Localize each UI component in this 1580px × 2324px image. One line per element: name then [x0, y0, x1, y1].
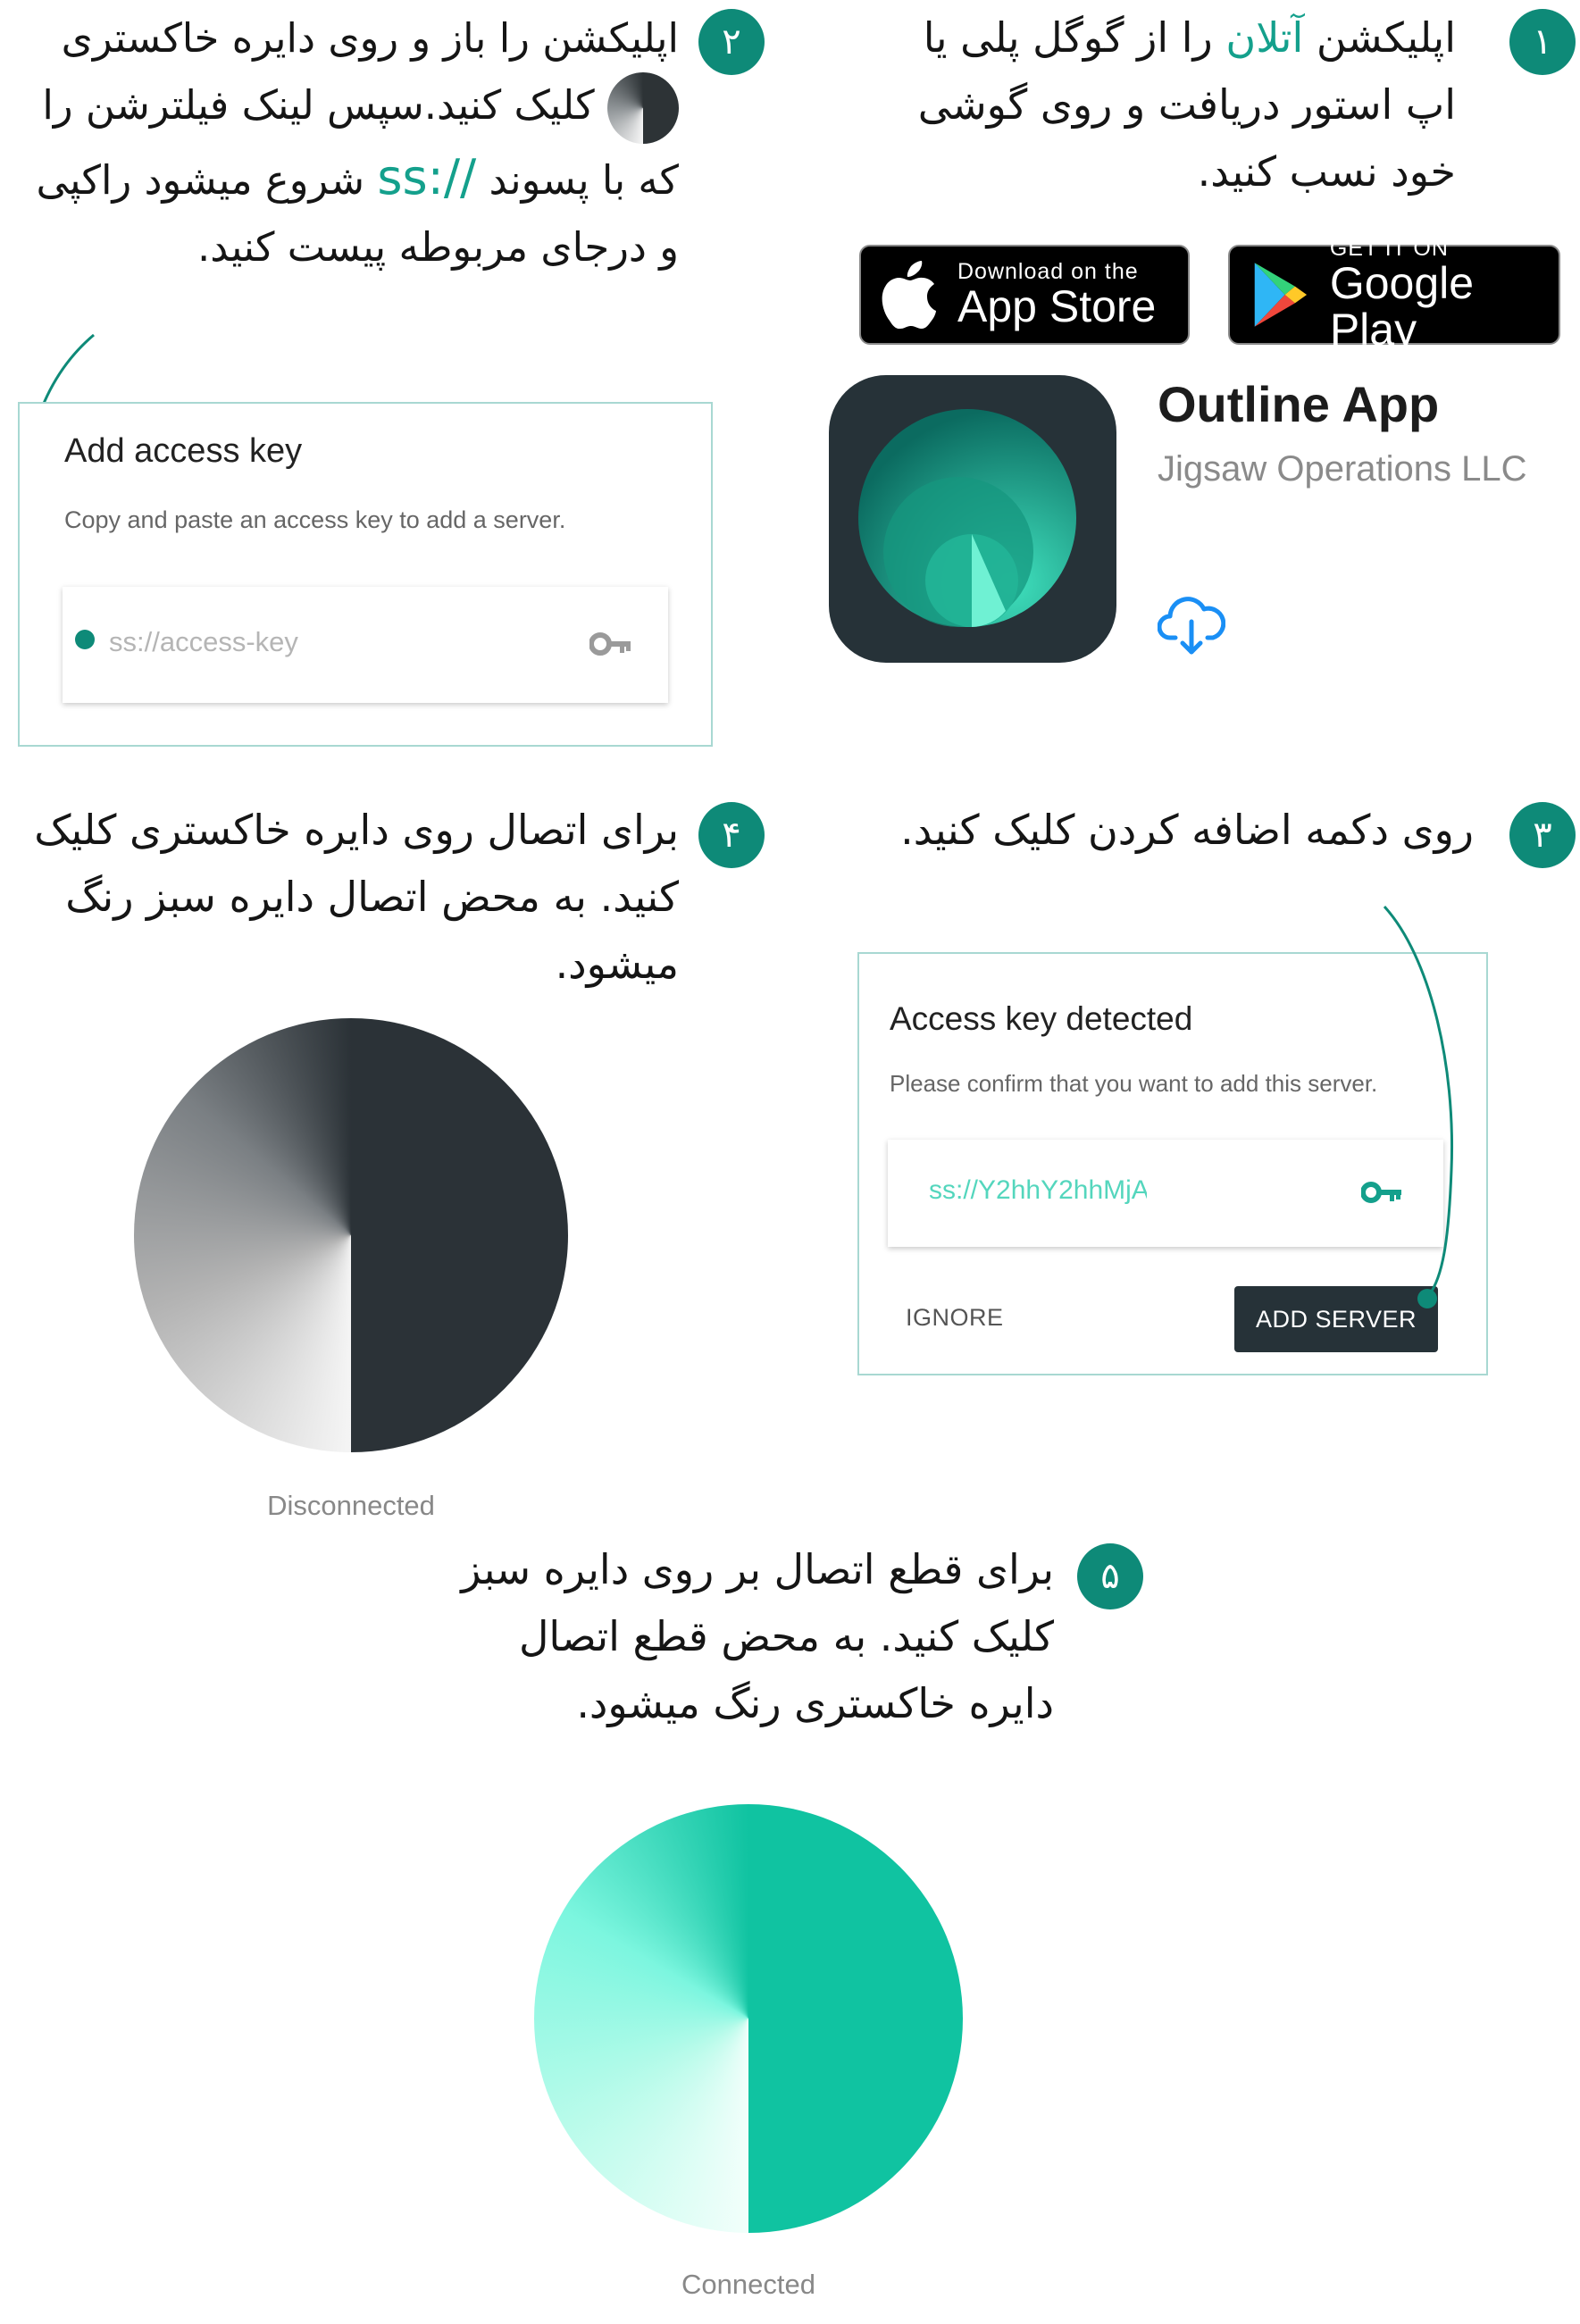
step-3-text: روی دکمه اضافه کردن کلیک کنید. — [900, 806, 1474, 854]
step-5-badge: ۵ — [1077, 1543, 1143, 1609]
disconnected-label: Disconnected — [267, 1490, 435, 1521]
step-4-number: ۴ — [722, 815, 741, 856]
google-play-big-text: Google Play — [1329, 258, 1475, 355]
step-4-badge: ۴ — [698, 802, 765, 868]
step-3-number: ۳ — [1533, 815, 1552, 856]
step-5-text: برای قطع اتصال بر روی دایره سبز کلیک کنی… — [461, 1545, 1054, 1727]
app-store-button[interactable]: Download on the App Store — [859, 245, 1190, 345]
connected-label: Connected — [681, 2269, 815, 2300]
detected-key-value: ss://Y2hhY2hhMjA — [929, 1175, 1147, 1205]
step-2-badge: ۲ — [698, 9, 765, 75]
dialog-title: Add access key — [64, 432, 303, 470]
google-play-icon — [1254, 263, 1308, 327]
app-publisher: Jigsaw Operations LLC — [1158, 449, 1527, 489]
detected-subtitle: Please confirm that you want to add this… — [890, 1070, 1378, 1097]
detected-key-input[interactable]: ss://Y2hhY2hhMjA — [888, 1140, 1443, 1247]
connector-dot — [75, 630, 95, 649]
step-2-ss-prefix: ss:// — [377, 149, 477, 205]
google-play-button[interactable]: GET IT ON Google Play — [1228, 237, 1560, 353]
step-3-connector — [1383, 905, 1454, 1308]
step-5-number: ۵ — [1100, 1556, 1120, 1597]
step-1-badge: ۱ — [1509, 9, 1576, 75]
step-1-text: اپلیکشن آتلان را از گوگل پلی یا اپ استور… — [884, 4, 1456, 205]
app-store-small-text: Download on the — [957, 259, 1139, 284]
step-2-text: اپلیکشن را باز و روی دایره خاکستری کلیک … — [18, 4, 679, 280]
dialog-subtitle: Copy and paste an access key to add a se… — [64, 506, 566, 533]
outline-app-icon[interactable] — [829, 375, 1116, 663]
gray-circle-icon — [607, 72, 679, 144]
access-key-placeholder: ss://access-key — [109, 626, 298, 657]
outline-logo-icon — [858, 409, 1076, 627]
step-2-number: ۲ — [722, 21, 741, 63]
add-access-key-dialog: Add access key Copy and paste an access … — [18, 402, 713, 747]
disconnected-circle[interactable] — [134, 1018, 568, 1452]
detected-title: Access key detected — [890, 1000, 1193, 1037]
app-name: Outline App — [1158, 376, 1440, 432]
step-2-text-a: اپلیکشن را باز و روی دایره خاکستری — [61, 14, 679, 62]
step-1-number: ۱ — [1533, 21, 1552, 63]
key-icon — [589, 632, 631, 656]
step-3-badge: ۳ — [1509, 802, 1576, 868]
ignore-button[interactable]: IGNORE — [906, 1304, 1004, 1332]
step-4-text: برای اتصال روی دایره خاکستری کلیک کنید. … — [34, 806, 679, 988]
cloud-download-icon[interactable] — [1157, 597, 1226, 656]
step-1-text-before: اپلیکشن — [1303, 13, 1456, 62]
access-key-input[interactable]: ss://access-key — [63, 587, 668, 703]
step-1-app-name: آتلان — [1225, 13, 1304, 62]
google-play-small-text: GET IT ON — [1329, 236, 1449, 261]
apple-icon — [882, 261, 936, 329]
app-store-big-text: App Store — [957, 281, 1157, 331]
connected-circle[interactable] — [534, 1804, 963, 2233]
